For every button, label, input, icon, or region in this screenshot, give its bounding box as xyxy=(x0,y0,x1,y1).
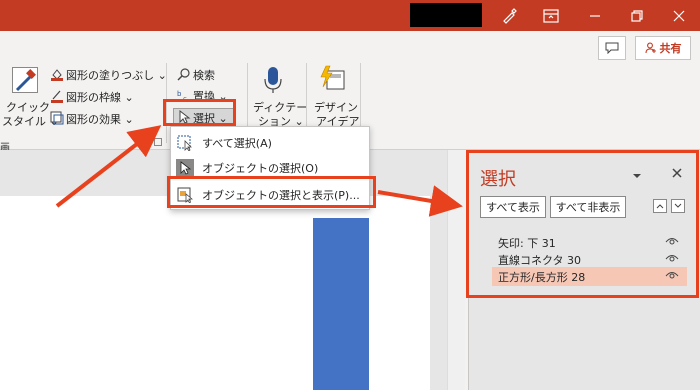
menu-item-selection-pane[interactable]: オブジェクトの選択と表示(P)... xyxy=(176,183,366,207)
shape-fill-icon xyxy=(50,67,64,81)
cursor-icon xyxy=(177,109,191,124)
object-name: 直線コネクタ 30 xyxy=(498,253,582,267)
search-icon xyxy=(177,67,191,81)
menu-item-label: すべて選択(A) xyxy=(202,137,272,150)
pen-icon[interactable] xyxy=(488,0,530,31)
shape-fill-label[interactable]: 図形の塗りつぶし ⌄ xyxy=(66,67,167,83)
select-dropdown-menu: すべて選択(A) オブジェクトの選択(O) オブジェクトの選択と表示(P)... xyxy=(170,126,370,210)
bring-forward-icon[interactable] xyxy=(653,199,667,213)
group-separator xyxy=(166,63,167,143)
send-backward-icon[interactable] xyxy=(671,199,685,213)
eye-icon[interactable] xyxy=(665,253,679,266)
quick-style-icon[interactable] xyxy=(12,67,38,93)
menu-item-label: オブジェクトの選択(O) xyxy=(202,162,319,175)
hide-all-button[interactable]: すべて非表示 xyxy=(550,196,626,218)
microphone-icon[interactable] xyxy=(262,65,284,95)
minimize-icon[interactable] xyxy=(574,0,616,31)
object-name: 正方形/長方形 28 xyxy=(498,270,586,284)
eye-icon[interactable] xyxy=(665,236,679,249)
close-window-icon[interactable] xyxy=(658,0,700,31)
shape-effects-label[interactable]: 図形の効果 ⌄ xyxy=(66,111,134,127)
shape-effects-icon xyxy=(50,111,64,125)
share-button[interactable]: 共有 xyxy=(635,36,691,60)
design-ideas-icon[interactable] xyxy=(318,65,346,93)
replace-icon: bc xyxy=(177,88,191,103)
cursor-icon xyxy=(176,159,194,177)
eye-icon[interactable] xyxy=(665,270,679,283)
share-person-icon xyxy=(644,42,656,54)
close-icon[interactable] xyxy=(671,167,683,179)
selection-pane-title: 選択 xyxy=(480,169,516,190)
redacted-title xyxy=(410,3,482,27)
pane-options-chevron-icon[interactable] xyxy=(632,170,642,178)
ribbon-display-icon[interactable] xyxy=(530,0,572,31)
menu-item-select-all[interactable]: すべて選択(A) xyxy=(176,131,366,155)
shape-outline-icon xyxy=(50,89,64,103)
title-bar xyxy=(0,0,700,31)
select-label[interactable]: 選択 ⌄ xyxy=(193,110,228,126)
svg-text:c: c xyxy=(183,95,187,102)
replace-label[interactable]: 置換 ⌄ xyxy=(193,88,228,104)
show-all-button[interactable]: すべて表示 xyxy=(480,196,546,218)
select-all-icon xyxy=(176,134,194,152)
comment-icon[interactable] xyxy=(598,36,626,60)
vertical-scrollbar[interactable] xyxy=(447,150,465,390)
menu-item-select-objects[interactable]: オブジェクトの選択(O) xyxy=(176,156,366,180)
svg-text:b: b xyxy=(177,90,182,98)
object-name: 矢印: 下 31 xyxy=(498,236,556,250)
search-label[interactable]: 検索 xyxy=(193,67,215,83)
selection-pane-icon xyxy=(176,186,194,204)
dialog-launcher-icon[interactable] xyxy=(154,138,162,146)
share-label: 共有 xyxy=(659,42,682,55)
rectangle-shape[interactable] xyxy=(313,218,369,390)
menu-item-label: オブジェクトの選択と表示(P)... xyxy=(202,189,360,202)
shape-outline-label[interactable]: 図形の枠線 ⌄ xyxy=(66,89,134,105)
restore-icon[interactable] xyxy=(616,0,658,31)
selection-list-item-selected[interactable]: 正方形/長方形 28 xyxy=(492,267,687,286)
